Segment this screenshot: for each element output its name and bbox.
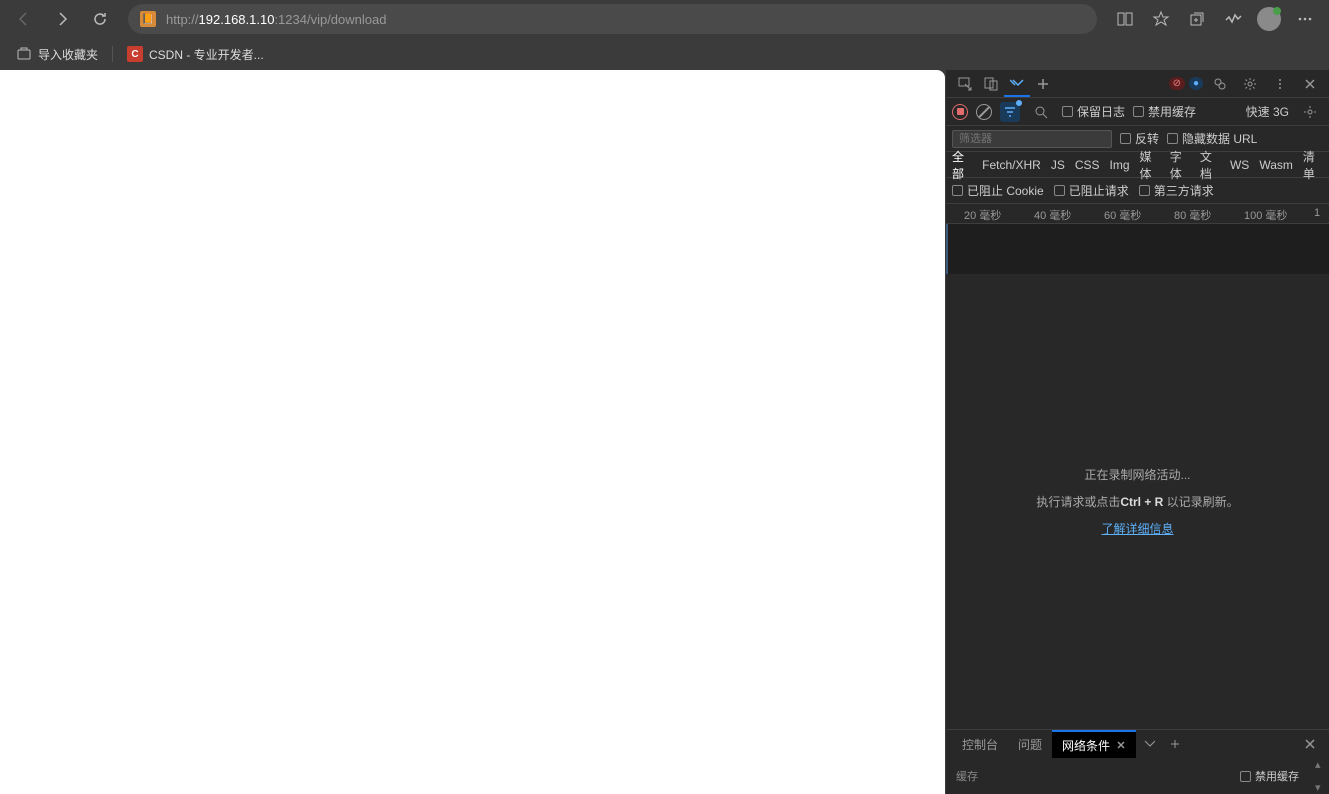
drawer-tab-problems[interactable]: 问题 [1008,731,1052,758]
add-tab-icon[interactable] [1030,71,1056,97]
tick-60: 60 毫秒 [1104,207,1141,223]
learn-more-link[interactable]: 了解详细信息 [1101,520,1173,537]
blocked-requests-checkbox[interactable]: 已阻止请求 [1054,182,1129,199]
type-img[interactable]: Img [1110,158,1130,172]
bookmark-divider [112,46,113,62]
tick-40: 40 毫秒 [1034,207,1071,223]
inspect-element-icon[interactable] [952,71,978,97]
type-fetch[interactable]: Fetch/XHR [982,158,1041,172]
type-wasm[interactable]: Wasm [1259,158,1293,172]
devtools-menu-icon[interactable] [1267,71,1293,97]
tick-80: 80 毫秒 [1174,207,1211,223]
type-doc[interactable]: 文档 [1200,148,1220,182]
drawer: 控制台 问题 网络条件 缓存 [946,729,1329,794]
drawer-tab-network-conditions[interactable]: 网络条件 [1052,730,1136,759]
page-content [0,70,945,794]
type-css[interactable]: CSS [1075,158,1100,172]
preserve-log-checkbox[interactable]: 保留日志 [1062,103,1125,120]
more-menu-icon[interactable] [1289,3,1321,35]
performance-icon[interactable] [1217,3,1249,35]
collections-icon[interactable] [1181,3,1213,35]
devtools-link-icon[interactable] [1207,71,1233,97]
type-ws[interactable]: WS [1230,158,1249,172]
type-font[interactable]: 字体 [1170,148,1190,182]
disable-cache-checkbox[interactable]: 禁用缓存 [1133,103,1196,120]
scroll-indicator[interactable]: ▴▾ [1315,758,1327,794]
url-bar[interactable]: 📙 http://192.168.1.10:1234/vip/download [128,4,1097,34]
tick-100: 100 毫秒 [1244,207,1287,223]
empty-state: 正在录制网络活动... 执行请求或点击Ctrl + R 以记录刷新。 了解详细信… [946,274,1329,729]
recording-text: 正在录制网络活动... [1084,466,1190,483]
type-media[interactable]: 媒体 [1140,148,1160,182]
favorites-icon[interactable] [1145,3,1177,35]
import-bookmarks-button[interactable]: 导入收藏夹 [10,42,104,67]
url-text: http://192.168.1.10:1234/vip/download [166,12,386,27]
drawer-add-tab-icon[interactable] [1162,731,1188,757]
drawer-content: 缓存 禁用缓存 ▴▾ [946,758,1329,794]
drawer-disable-cache-checkbox[interactable]: 禁用缓存 [1240,768,1299,784]
bookmarks-bar: 导入收藏夹 C CSDN - 专业开发者... [0,38,1329,70]
reading-list-icon[interactable] [1109,3,1141,35]
devtools-settings-icon[interactable] [1237,71,1263,97]
record-button[interactable] [952,104,968,120]
cache-label: 缓存 [956,768,978,784]
third-party-checkbox[interactable]: 第三方请求 [1139,182,1214,199]
device-toggle-icon[interactable] [978,71,1004,97]
invert-checkbox[interactable]: 反转 [1120,130,1159,147]
devtools-panel: ⊘ ● [945,70,1329,794]
blocked-cookies-checkbox[interactable]: 已阻止 Cookie [952,182,1044,199]
bookmark-csdn[interactable]: C CSDN - 专业开发者... [121,42,270,67]
close-tab-icon[interactable] [1116,740,1126,750]
search-icon[interactable] [1028,99,1054,125]
network-settings-icon[interactable] [1297,99,1323,125]
csdn-icon: C [127,46,143,62]
tick-20: 20 毫秒 [964,207,1001,223]
nav-back-button[interactable] [8,3,40,35]
profile-avatar[interactable] [1253,3,1285,35]
nav-forward-button[interactable] [46,3,78,35]
filter-bar: 反转 隐藏数据 URL [946,126,1329,152]
error-badge[interactable]: ⊘ [1169,77,1185,90]
site-icon: 📙 [140,11,156,27]
clear-button[interactable] [976,104,992,120]
tick-end: 1 [1314,207,1320,219]
instruction-text: 执行请求或点击Ctrl + R 以记录刷新。 [1036,493,1238,510]
network-toolbar: 保留日志 禁用缓存 快速 3G [946,98,1329,126]
browser-toolbar: 📙 http://192.168.1.10:1234/vip/download [0,0,1329,38]
info-badge[interactable]: ● [1189,77,1203,90]
drawer-tabs: 控制台 问题 网络条件 [946,730,1329,758]
drawer-close-icon[interactable] [1297,731,1323,757]
drawer-tab-console[interactable]: 控制台 [952,731,1008,758]
type-all[interactable]: 全部 [952,148,972,182]
type-manifest[interactable]: 清单 [1303,148,1323,182]
filter-toggle-icon[interactable] [1000,102,1020,122]
devtools-close-icon[interactable] [1297,71,1323,97]
type-js[interactable]: JS [1051,158,1065,172]
timeline[interactable]: 20 毫秒 40 毫秒 60 毫秒 80 毫秒 100 毫秒 1 [946,204,1329,274]
blocked-filter-row: 已阻止 Cookie 已阻止请求 第三方请求 [946,178,1329,204]
more-tabs-chevron-icon[interactable] [1004,71,1030,97]
filter-input[interactable] [952,130,1112,148]
devtools-tabs: ⊘ ● [946,70,1329,98]
hide-data-urls-checkbox[interactable]: 隐藏数据 URL [1167,130,1257,147]
throttle-select[interactable]: 快速 3G [1246,103,1289,120]
drawer-more-tabs-icon[interactable] [1136,731,1162,757]
nav-refresh-button[interactable] [84,3,116,35]
type-filter-row: 全部 Fetch/XHR JS CSS Img 媒体 字体 文档 WS Wasm… [946,152,1329,178]
